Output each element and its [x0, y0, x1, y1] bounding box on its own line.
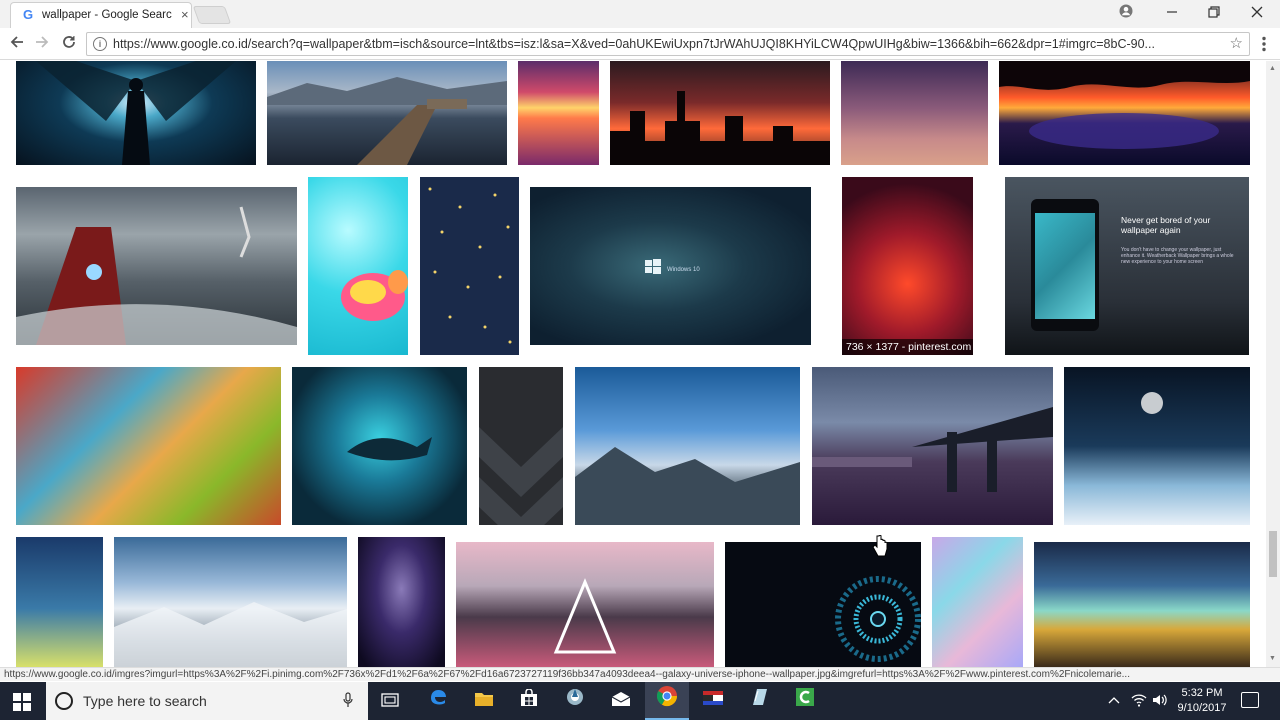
image-results-grid: Windows 10 736 × 1377 - pinterest.com Ne… — [0, 61, 1266, 667]
camtasia-icon[interactable] — [783, 682, 827, 720]
result-image-phone-wallpaper-ad[interactable]: Never get bored of your wallpaper again … — [1005, 177, 1249, 355]
wifi-icon[interactable] — [1131, 693, 1147, 710]
taskbar-clock[interactable]: 5:32 PM 9/10/2017 — [1170, 686, 1234, 716]
result-image-gradient-sky[interactable] — [16, 537, 103, 667]
restore-icon[interactable] — [1194, 3, 1234, 23]
google-favicon-icon: G — [23, 7, 34, 22]
volume-icon[interactable] — [1152, 693, 1168, 710]
result-image-windows-10[interactable]: Windows 10 — [530, 187, 811, 345]
notepad-app-icon[interactable] — [737, 682, 781, 720]
file-explorer-icon[interactable] — [462, 682, 506, 720]
task-view-icon[interactable] — [368, 682, 412, 720]
show-hidden-icons-icon[interactable] — [1108, 693, 1120, 708]
edge-icon[interactable] — [416, 682, 460, 720]
chrome-taskbar-icon[interactable] — [645, 682, 689, 720]
mouse-cursor-icon — [872, 534, 888, 557]
result-image-sunset-pink[interactable] — [518, 61, 599, 165]
scroll-up-icon[interactable]: ▲ — [1269, 65, 1276, 72]
phone-ad-title: Never get bored of your wallpaper again — [1121, 215, 1211, 235]
microphone-icon[interactable] — [343, 692, 353, 711]
result-image-gradient-purple[interactable] — [841, 61, 988, 165]
result-image-stars-navy[interactable] — [420, 177, 519, 355]
result-image-tunnel-circle[interactable] — [725, 542, 921, 667]
clock-date: 9/10/2017 — [1177, 702, 1227, 714]
browser-titlebar: G wallpaper - Google Search × — [0, 0, 1280, 28]
windows-start-icon[interactable] — [13, 693, 31, 711]
action-center-icon[interactable] — [1241, 692, 1259, 708]
chrome-menu-icon[interactable] — [1259, 36, 1269, 52]
phone-ad-body: You don't have to change your wallpaper,… — [1121, 247, 1234, 265]
result-image-pool-float[interactable] — [308, 177, 408, 355]
bookmark-star-icon[interactable]: ☆ — [1230, 34, 1243, 52]
flag-app-icon[interactable] — [691, 682, 735, 720]
new-tab-button[interactable] — [192, 6, 232, 24]
result-image-galaxy-purple[interactable] — [358, 537, 445, 667]
result-image-city-silhouette[interactable] — [610, 61, 830, 165]
result-image-iron-man[interactable] — [16, 187, 297, 345]
phone-mockup — [1031, 199, 1099, 331]
result-image-angel[interactable] — [16, 61, 256, 165]
cortana-icon[interactable] — [55, 692, 73, 710]
site-info-icon[interactable]: i — [93, 37, 107, 51]
browser-toolbar: i https://www.google.co.id/search?q=wall… — [0, 28, 1280, 60]
result-image-dark-chevrons[interactable] — [479, 367, 563, 525]
taskbar-search-box[interactable]: Type here to search — [46, 682, 368, 720]
result-image-holographic[interactable] — [932, 537, 1023, 667]
reload-icon[interactable] — [58, 34, 80, 56]
result-image-galaxy-red[interactable]: 736 × 1377 - pinterest.com — [842, 177, 973, 355]
result-image-triangle-city[interactable] — [456, 542, 714, 667]
result-image-earth-moon[interactable] — [1064, 367, 1250, 525]
scrollbar-thumb[interactable] — [1269, 531, 1277, 577]
forward-icon[interactable] — [31, 34, 53, 56]
clock-time: 5:32 PM — [1181, 687, 1223, 699]
profile-icon[interactable] — [1106, 3, 1146, 23]
scroll-down-icon[interactable]: ▼ — [1269, 655, 1276, 662]
tab-wallpaper-search[interactable]: G wallpaper - Google Search × — [10, 2, 192, 28]
result-image-brooklyn-bridge[interactable] — [812, 367, 1053, 525]
tab-title: wallpaper - Google Search — [42, 9, 172, 21]
result-image-palm-reflection[interactable] — [999, 61, 1250, 165]
address-bar[interactable]: i https://www.google.co.id/search?q=wall… — [86, 32, 1250, 56]
result-image-mountain-valley[interactable] — [575, 367, 800, 525]
result-hover-caption: 736 × 1377 - pinterest.com — [842, 339, 973, 355]
result-image-leaves[interactable] — [16, 367, 281, 525]
store-icon[interactable] — [507, 682, 551, 720]
result-image-shark[interactable] — [292, 367, 467, 525]
page-scrollbar[interactable]: ▲ ▼ — [1266, 61, 1280, 667]
link-status-bar: https://www.google.co.id/imgres?imgurl=h… — [0, 667, 1280, 681]
result-image-pier-lake[interactable] — [267, 61, 507, 165]
tab-close-icon[interactable]: × — [181, 7, 189, 22]
address-url[interactable]: https://www.google.co.id/search?q=wallpa… — [113, 37, 1217, 51]
windows-taskbar: Type here to search 5:32 PM 9/10/2017 — [0, 682, 1280, 720]
taskbar-search-placeholder[interactable]: Type here to search — [83, 693, 207, 709]
minimize-icon[interactable] — [1152, 3, 1192, 23]
media-app-icon[interactable] — [553, 682, 597, 720]
mail-icon[interactable] — [599, 682, 643, 720]
windows-10-label: Windows 10 — [667, 267, 700, 273]
result-image-snowy-peaks[interactable] — [114, 537, 347, 667]
result-image-aurora-landscape[interactable] — [1034, 542, 1250, 667]
back-icon[interactable] — [6, 34, 28, 56]
close-window-icon[interactable] — [1237, 3, 1277, 23]
